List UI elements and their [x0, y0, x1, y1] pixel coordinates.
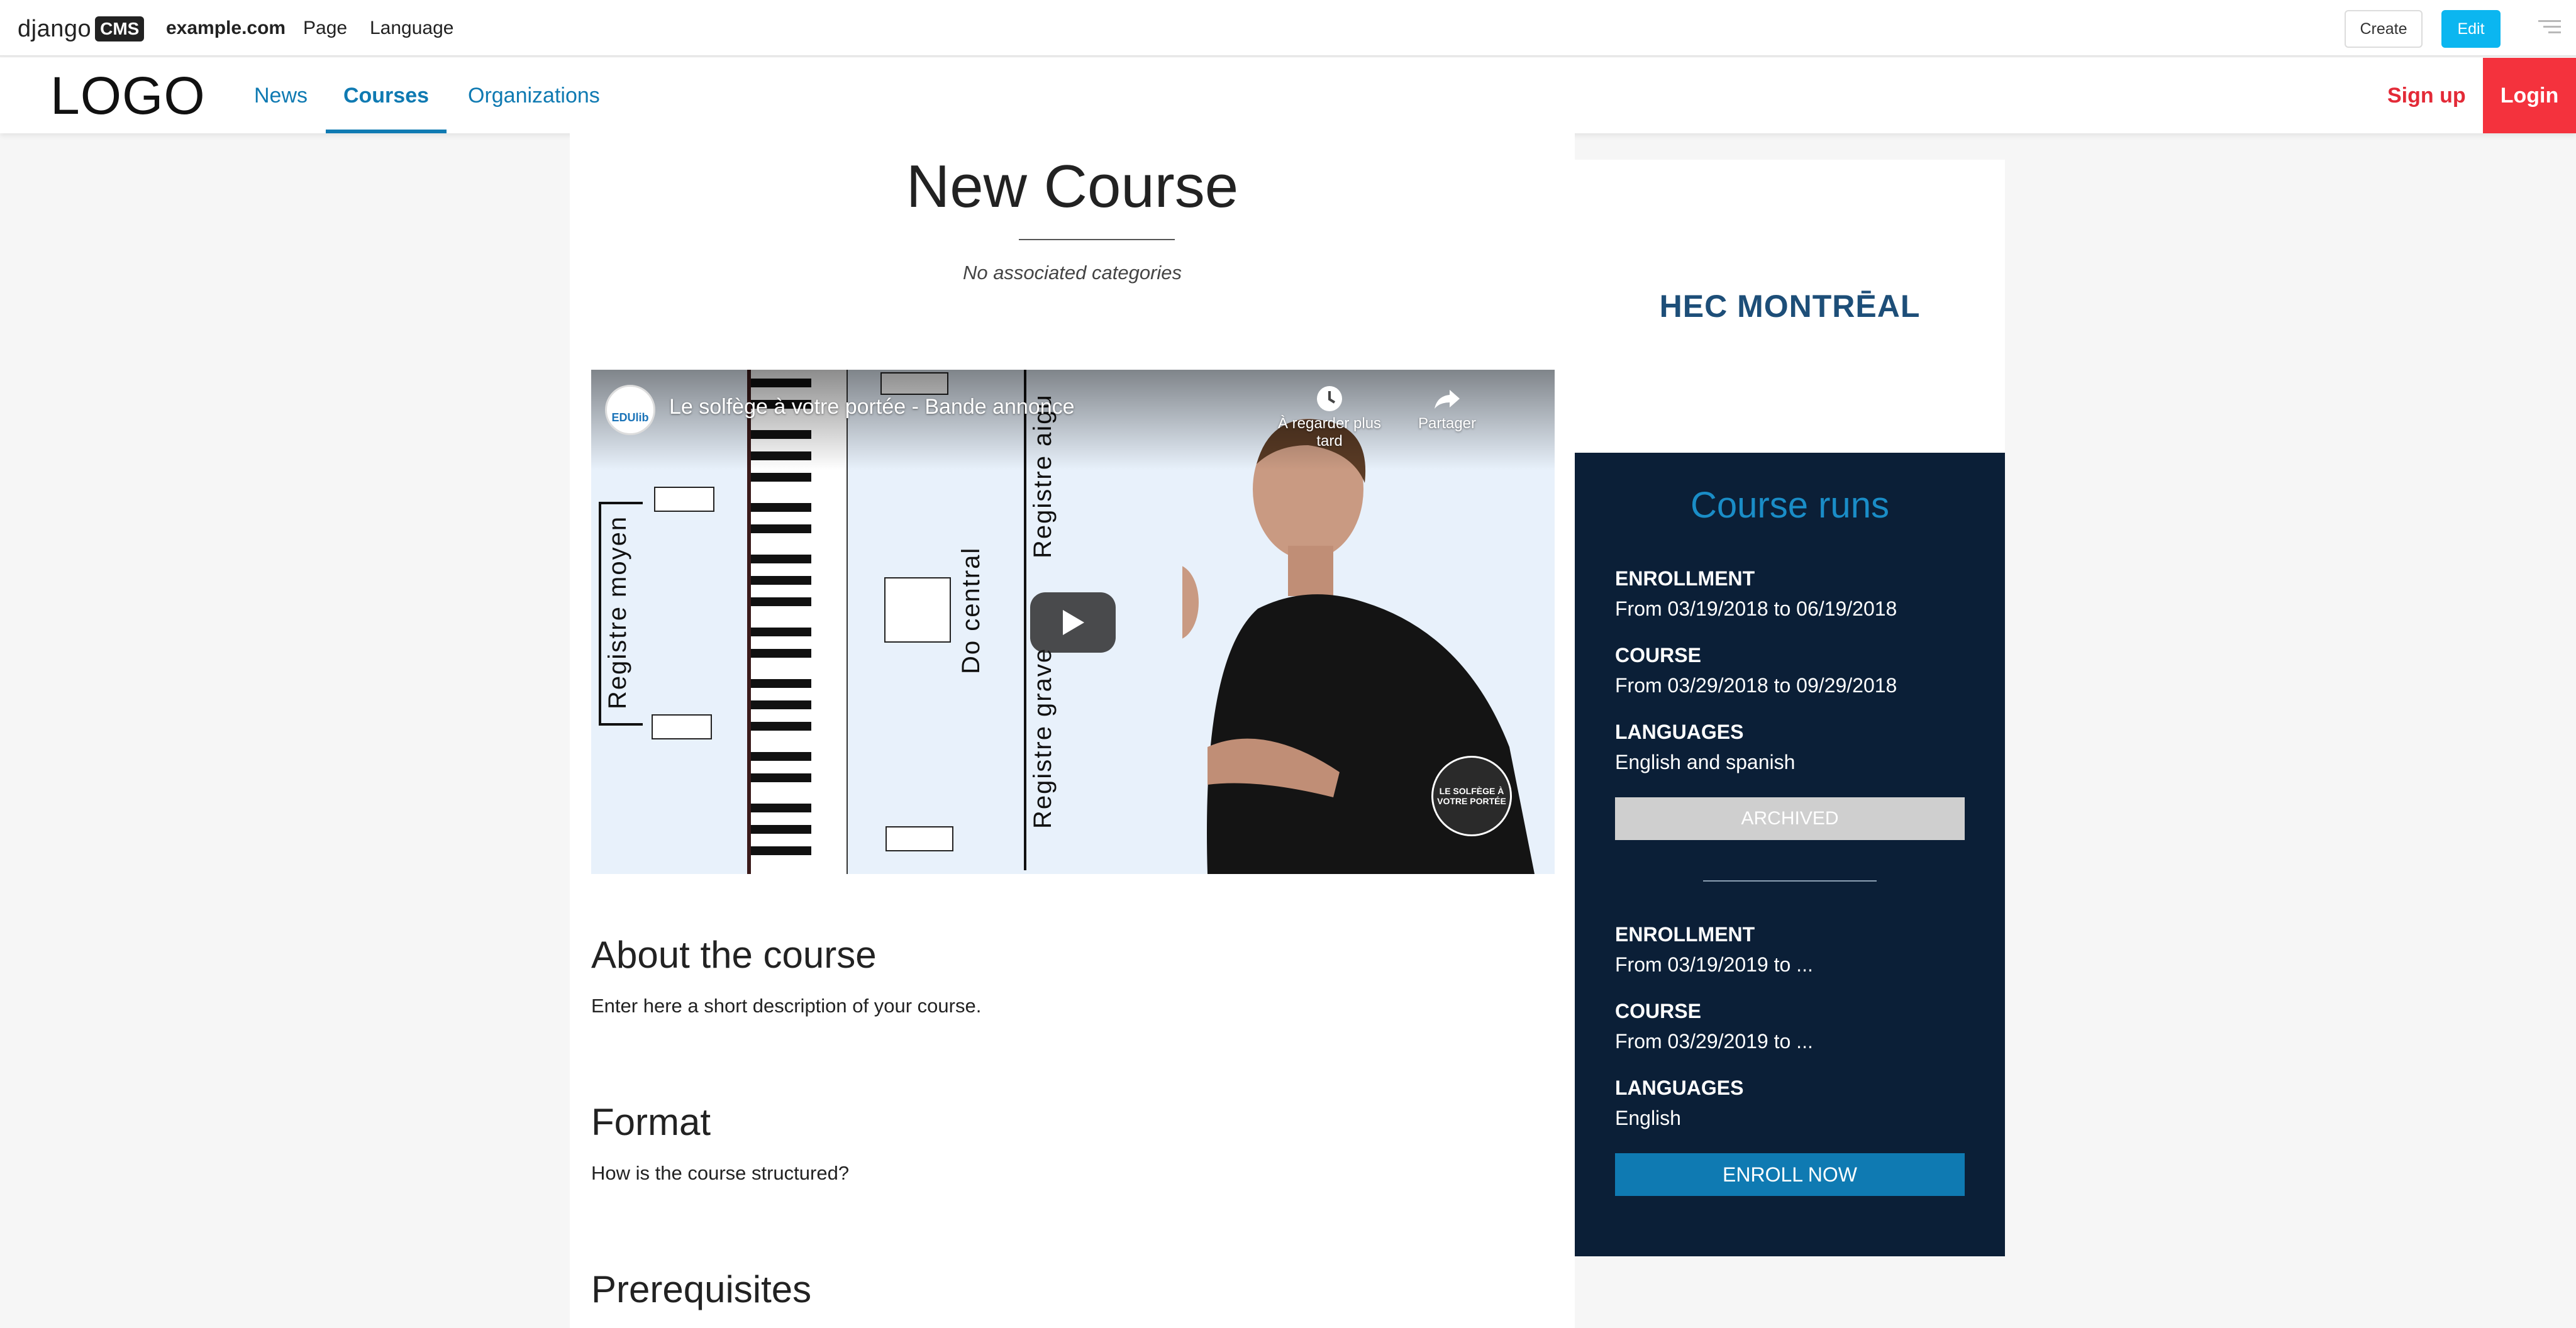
section-text-format: How is the course structured?: [591, 1162, 850, 1184]
login-button[interactable]: Login: [2483, 58, 2576, 133]
cms-logo-text: django: [18, 15, 92, 42]
site-header: LOGO News Courses Organizations Sign up …: [0, 58, 2576, 133]
toolbar-page-menu[interactable]: Page: [303, 0, 347, 57]
run-enrollment-value: From 03/19/2018 to 06/19/2018: [1615, 597, 1897, 620]
play-button[interactable]: [1030, 592, 1116, 653]
overlay-label-do-central: Do central: [957, 546, 985, 674]
clock-icon: [1317, 386, 1342, 411]
toolbar-site-menu[interactable]: example.com: [166, 0, 286, 57]
course-badge-logo: LE SOLFÈGE À VOTRE PORTÉE: [1431, 756, 1512, 836]
share-label: Partager: [1418, 415, 1477, 432]
video-title[interactable]: Le solfège à votre portée - Bande annonc…: [669, 395, 1075, 419]
django-cms-logo[interactable]: django CMS: [18, 14, 145, 44]
run-course-label: COURSE: [1615, 1000, 1701, 1022]
enroll-now-button[interactable]: ENROLL NOW: [1615, 1153, 1965, 1196]
video-player[interactable]: Registre moyen Do central Registre aigu …: [591, 370, 1555, 874]
staff-graphic: [884, 577, 951, 643]
run-enrollment-value: From 03/19/2019 to ...: [1615, 953, 1813, 976]
section-text-about: Enter here a short description of your c…: [591, 995, 982, 1017]
run-course-value: From 03/29/2018 to 09/29/2018: [1615, 674, 1897, 697]
cms-logo-badge: CMS: [95, 16, 145, 42]
section-title-prerequisites: Prerequisites: [591, 1268, 812, 1310]
run-course-label: COURSE: [1615, 644, 1701, 667]
run-enrollment-label: ENROLLMENT: [1615, 923, 1755, 946]
channel-avatar[interactable]: EDUlib: [605, 385, 655, 435]
sign-up-link[interactable]: Sign up: [2387, 58, 2466, 133]
nav-item-courses[interactable]: Courses: [326, 58, 447, 133]
run-languages-label: LANGUAGES: [1615, 1076, 1744, 1099]
site-logo[interactable]: LOGO: [50, 58, 206, 133]
nav-item-news[interactable]: News: [254, 58, 308, 133]
toolbar-language-menu[interactable]: Language: [370, 0, 453, 57]
course-runs-panel: Course runs ENROLLMENT From 03/19/2018 t…: [1575, 453, 2005, 1256]
staff-graphic: [886, 826, 953, 851]
overlay-label-registre-moyen: Registre moyen: [604, 515, 631, 709]
share-icon: [1435, 390, 1460, 409]
section-title-format: Format: [591, 1101, 711, 1143]
course-main: New Course No associated categories Regi…: [570, 133, 1575, 1328]
run-languages-label: LANGUAGES: [1615, 721, 1744, 743]
run-languages-value: English and spanish: [1615, 751, 1796, 773]
nav-item-organizations[interactable]: Organizations: [468, 58, 600, 133]
sideframe-menu-icon[interactable]: [2538, 20, 2561, 38]
play-icon: [1063, 610, 1084, 635]
organization-logo: HEC MONTRĒAL: [1659, 289, 1921, 324]
course-runs-title: Course runs: [1690, 485, 1889, 526]
course-categories: No associated categories: [962, 262, 1182, 284]
page-title: New Course: [906, 153, 1239, 220]
watch-later-label: À regarder plus tard: [1277, 415, 1382, 450]
watch-later-button[interactable]: À regarder plus tard: [1267, 382, 1392, 450]
edit-button[interactable]: Edit: [2441, 10, 2501, 48]
section-title-about: About the course: [591, 934, 877, 976]
overlay-label-registre-grave: Registre grave: [1029, 647, 1057, 829]
run-languages-value: English: [1615, 1107, 1681, 1129]
run-enrollment-label: ENROLLMENT: [1615, 567, 1755, 590]
runs-divider: [1703, 880, 1877, 882]
cms-toolbar: django CMS example.com Page Language Cre…: [0, 0, 2576, 57]
title-divider: [1019, 239, 1175, 240]
archived-button: ARCHIVED: [1615, 797, 1965, 840]
staff-graphic: [654, 487, 714, 512]
create-button[interactable]: Create: [2345, 10, 2423, 48]
run-course-value: From 03/29/2019 to ...: [1615, 1030, 1813, 1053]
share-button[interactable]: Partager: [1406, 382, 1488, 433]
organization-card[interactable]: HEC MONTRĒAL: [1575, 160, 2005, 453]
staff-graphic: [652, 714, 712, 739]
